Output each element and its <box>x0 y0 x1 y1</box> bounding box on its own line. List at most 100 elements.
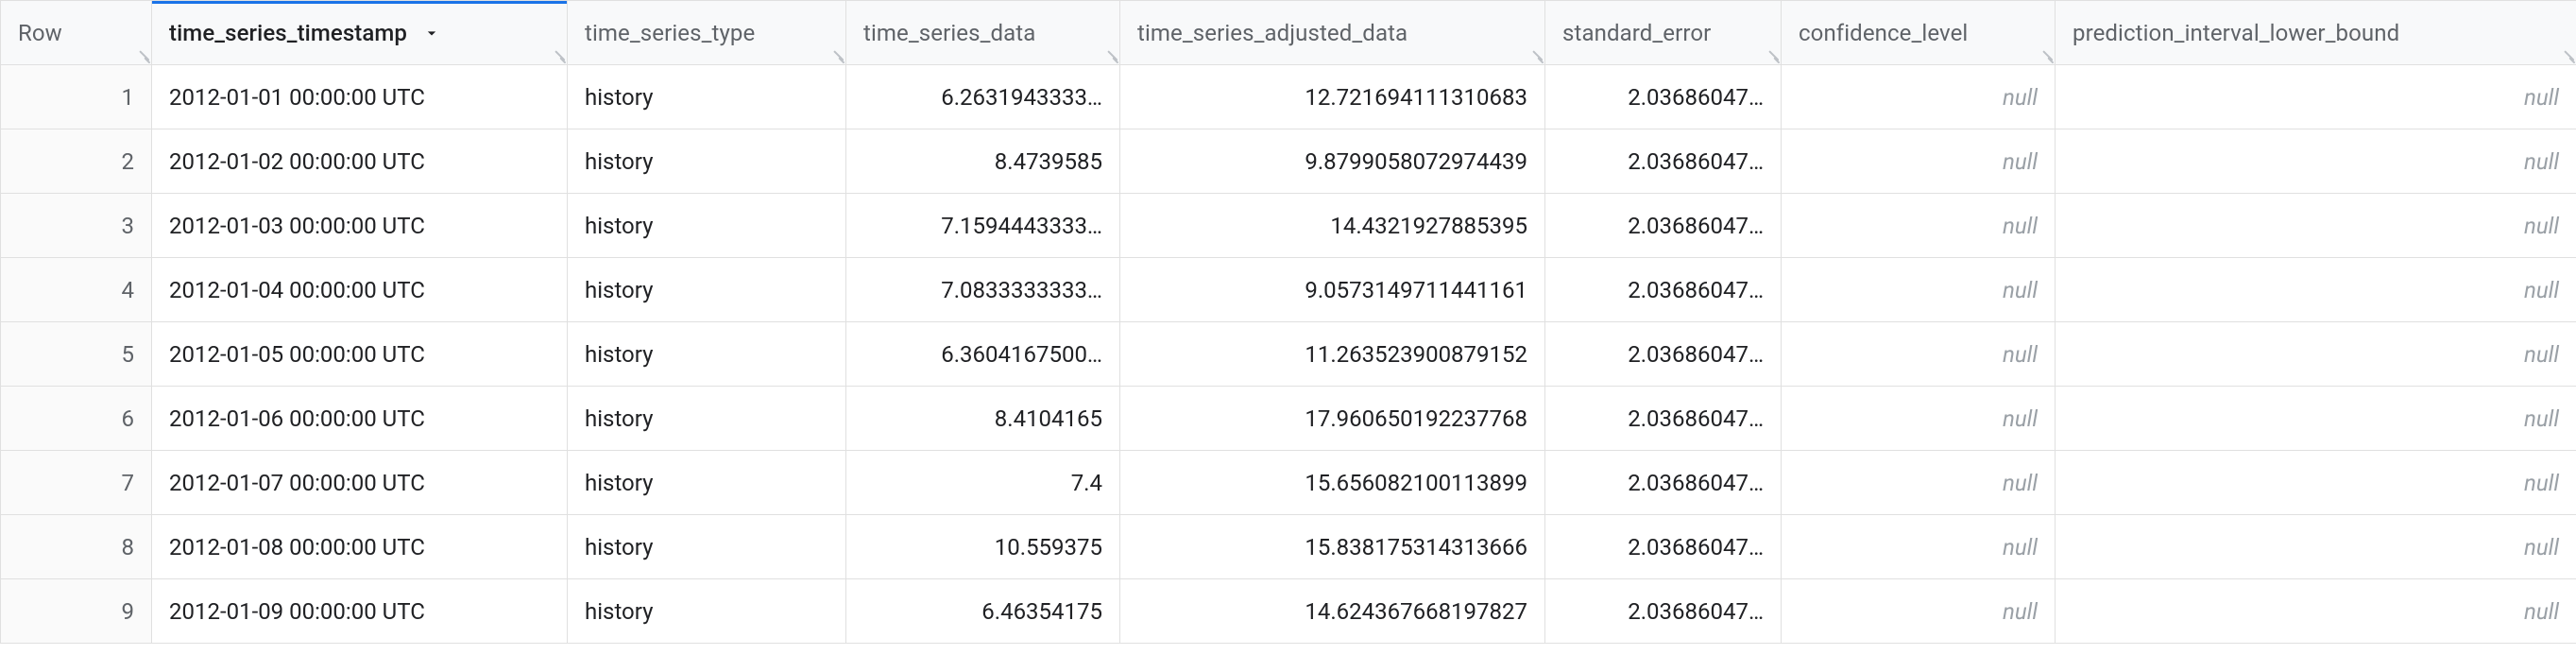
cell-adjusted: 14.4321927885395 <box>1120 194 1545 258</box>
table-row[interactable]: 92012-01-09 00:00:00 UTChistory6.4635417… <box>1 579 2576 644</box>
cell-row-number: 1 <box>1 65 152 129</box>
cell-predlower: null <box>2056 322 2576 387</box>
null-value: null <box>2003 470 2038 496</box>
table-row[interactable]: 42012-01-04 00:00:00 UTChistory7.0833333… <box>1 258 2576 322</box>
cell-row-number: 4 <box>1 258 152 322</box>
cell-conflevel: null <box>1782 515 2056 579</box>
resize-handle-icon[interactable] <box>550 47 565 62</box>
cell-data: 7.4 <box>846 451 1120 515</box>
null-value: null <box>2003 213 2038 239</box>
null-value: null <box>2524 341 2559 368</box>
null-value: null <box>2003 84 2038 111</box>
resize-handle-icon[interactable] <box>2559 47 2574 62</box>
col-header-timestamp[interactable]: time_series_timestamp <box>152 1 568 65</box>
table-header: Row time_series_timestamp time_series_ty… <box>1 1 2576 65</box>
cell-adjusted: 17.960650192237768 <box>1120 387 1545 451</box>
cell-conflevel: null <box>1782 194 2056 258</box>
resize-handle-icon[interactable] <box>1527 47 1543 62</box>
cell-stderr: 2.03686047… <box>1545 65 1782 129</box>
table-row[interactable]: 72012-01-07 00:00:00 UTChistory7.415.656… <box>1 451 2576 515</box>
cell-data: 6.2631943333… <box>846 65 1120 129</box>
cell-stderr: 2.03686047… <box>1545 322 1782 387</box>
col-header-adjusted[interactable]: time_series_adjusted_data <box>1120 1 1545 65</box>
cell-conflevel: null <box>1782 387 2056 451</box>
cell-adjusted: 15.656082100113899 <box>1120 451 1545 515</box>
cell-data: 10.559375 <box>846 515 1120 579</box>
null-value: null <box>2524 277 2559 303</box>
cell-stderr: 2.03686047… <box>1545 451 1782 515</box>
null-value: null <box>2524 405 2559 432</box>
cell-type: history <box>568 194 846 258</box>
col-header-label: time_series_adjusted_data <box>1137 20 1407 46</box>
col-header-conflevel[interactable]: confidence_level <box>1782 1 2056 65</box>
null-value: null <box>2003 148 2038 175</box>
results-table: Row time_series_timestamp time_series_ty… <box>0 0 2576 644</box>
cell-type: history <box>568 579 846 644</box>
cell-type: history <box>568 65 846 129</box>
null-value: null <box>2003 277 2038 303</box>
null-value: null <box>2524 470 2559 496</box>
table-row[interactable]: 22012-01-02 00:00:00 UTChistory8.4739585… <box>1 129 2576 194</box>
cell-conflevel: null <box>1782 129 2056 194</box>
null-value: null <box>2524 84 2559 111</box>
cell-timestamp: 2012-01-06 00:00:00 UTC <box>152 387 568 451</box>
col-header-label: standard_error <box>1562 20 1711 46</box>
resize-handle-icon[interactable] <box>1764 47 1779 62</box>
cell-data: 7.1594443333… <box>846 194 1120 258</box>
col-header-predlower[interactable]: prediction_interval_lower_bound <box>2056 1 2576 65</box>
table-row[interactable]: 12012-01-01 00:00:00 UTChistory6.2631943… <box>1 65 2576 129</box>
resize-handle-icon[interactable] <box>134 47 149 62</box>
cell-timestamp: 2012-01-07 00:00:00 UTC <box>152 451 568 515</box>
cell-conflevel: null <box>1782 258 2056 322</box>
resize-handle-icon[interactable] <box>1102 47 1117 62</box>
cell-row-number: 9 <box>1 579 152 644</box>
cell-conflevel: null <box>1782 451 2056 515</box>
cell-data: 8.4739585 <box>846 129 1120 194</box>
resize-handle-icon[interactable] <box>828 47 844 62</box>
cell-type: history <box>568 451 846 515</box>
cell-type: history <box>568 258 846 322</box>
cell-adjusted: 11.263523900879152 <box>1120 322 1545 387</box>
cell-stderr: 2.03686047… <box>1545 194 1782 258</box>
cell-data: 7.0833333333… <box>846 258 1120 322</box>
cell-stderr: 2.03686047… <box>1545 387 1782 451</box>
null-value: null <box>2003 405 2038 432</box>
table-row[interactable]: 32012-01-03 00:00:00 UTChistory7.1594443… <box>1 194 2576 258</box>
col-header-label: time_series_data <box>863 20 1035 46</box>
header-row: Row time_series_timestamp time_series_ty… <box>1 1 2576 65</box>
cell-adjusted: 12.721694111310683 <box>1120 65 1545 129</box>
cell-adjusted: 14.624367668197827 <box>1120 579 1545 644</box>
col-header-label: time_series_type <box>585 20 755 46</box>
cell-predlower: null <box>2056 65 2576 129</box>
cell-row-number: 8 <box>1 515 152 579</box>
cell-row-number: 6 <box>1 387 152 451</box>
col-header-label: prediction_interval_lower_bound <box>2073 20 2399 46</box>
table-row[interactable]: 62012-01-06 00:00:00 UTChistory8.4104165… <box>1 387 2576 451</box>
resize-handle-icon[interactable] <box>2038 47 2053 62</box>
null-value: null <box>2524 534 2559 560</box>
null-value: null <box>2524 148 2559 175</box>
null-value: null <box>2524 598 2559 625</box>
table-row[interactable]: 52012-01-05 00:00:00 UTChistory6.3604167… <box>1 322 2576 387</box>
cell-data: 6.46354175 <box>846 579 1120 644</box>
cell-predlower: null <box>2056 451 2576 515</box>
col-header-stderr[interactable]: standard_error <box>1545 1 1782 65</box>
col-header-label: Row <box>18 20 62 46</box>
cell-timestamp: 2012-01-04 00:00:00 UTC <box>152 258 568 322</box>
cell-row-number: 5 <box>1 322 152 387</box>
cell-data: 8.4104165 <box>846 387 1120 451</box>
cell-type: history <box>568 515 846 579</box>
cell-conflevel: null <box>1782 65 2056 129</box>
sort-descending-icon <box>422 24 441 43</box>
cell-row-number: 2 <box>1 129 152 194</box>
cell-predlower: null <box>2056 387 2576 451</box>
col-header-label: confidence_level <box>1799 20 1968 46</box>
cell-adjusted: 15.838175314313666 <box>1120 515 1545 579</box>
null-value: null <box>2524 213 2559 239</box>
cell-conflevel: null <box>1782 579 2056 644</box>
col-header-row[interactable]: Row <box>1 1 152 65</box>
table-row[interactable]: 82012-01-08 00:00:00 UTChistory10.559375… <box>1 515 2576 579</box>
col-header-type[interactable]: time_series_type <box>568 1 846 65</box>
col-header-data[interactable]: time_series_data <box>846 1 1120 65</box>
cell-type: history <box>568 387 846 451</box>
